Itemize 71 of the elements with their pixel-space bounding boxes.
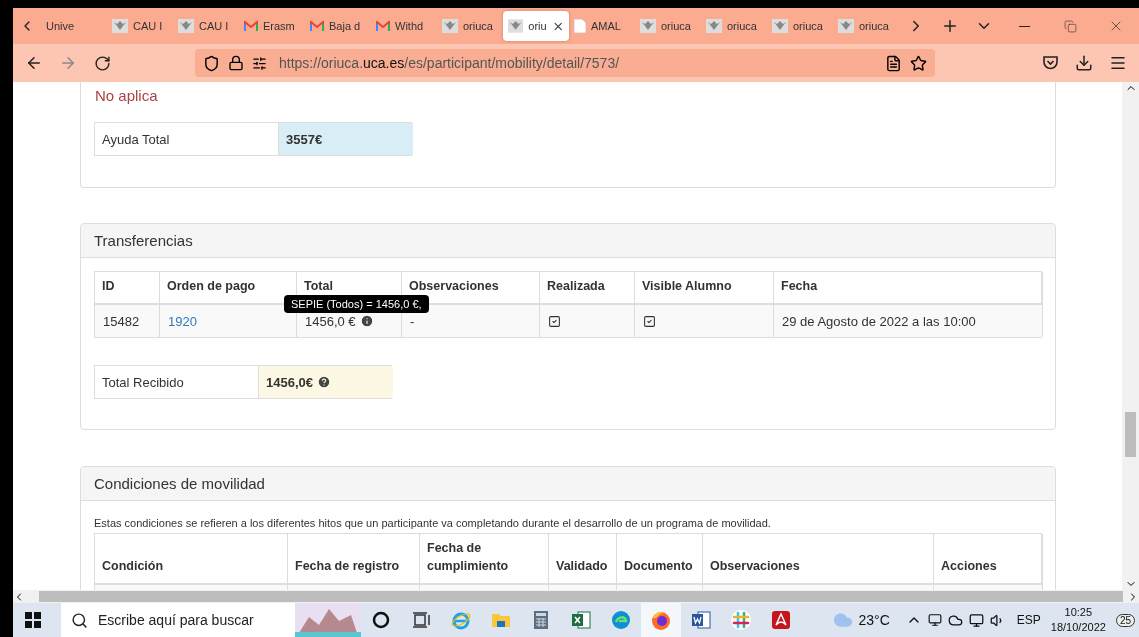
crest-icon — [442, 19, 458, 33]
table-cell: 15482 — [95, 305, 160, 337]
crest-icon — [112, 19, 128, 33]
minimize-icon — [1018, 25, 1030, 27]
lock-icon[interactable] — [228, 55, 244, 71]
crest-icon — [508, 19, 524, 33]
browser-tab[interactable]: Withd — [371, 11, 437, 41]
table-cell: 1456,0€ — [259, 366, 393, 398]
forward-arrow-icon — [59, 54, 77, 72]
browser-tab[interactable]: Baja d — [305, 11, 371, 41]
browser-tab[interactable]: CAU I — [107, 11, 173, 41]
tooltip: SEPIE (Todos) = 1456,0 €, — [284, 295, 429, 313]
info-icon[interactable] — [359, 314, 374, 328]
notification-badge[interactable]: 25 — [1115, 613, 1135, 627]
table-cell: 29 de Agosto de 2022 a las 10:00 — [774, 305, 1043, 337]
document-w-icon — [690, 609, 712, 631]
scrollbar-thumb[interactable] — [39, 591, 1123, 602]
language-indicator[interactable]: ESP — [1016, 613, 1041, 627]
crest-icon — [640, 19, 656, 33]
download-icon — [1075, 54, 1093, 72]
restore-icon — [1063, 19, 1077, 33]
windows-icon — [25, 612, 41, 628]
browser-tab[interactable]: Erasm — [239, 11, 305, 41]
mail-icon — [310, 20, 324, 32]
browser-tab[interactable]: CAU I — [173, 11, 239, 41]
menu-icon — [1109, 54, 1127, 72]
card-title: Transferencias — [81, 224, 1055, 258]
search-field[interactable]: Escribe aquí para buscar — [61, 603, 361, 637]
table-cell: 3557€ — [279, 123, 413, 155]
shield-icon[interactable] — [203, 54, 220, 72]
cloud-icon[interactable] — [947, 612, 963, 628]
card-title: Condiciones de movilidad — [81, 467, 1055, 501]
browser-tab[interactable]: oriuca — [437, 11, 503, 41]
crest-icon — [838, 19, 854, 33]
circle-icon — [370, 609, 392, 631]
spreadsheet-icon — [570, 609, 592, 631]
browser-tab[interactable]: AMAL — [569, 11, 635, 41]
reload-icon — [93, 54, 111, 72]
taskbar-app-button[interactable] — [641, 603, 681, 637]
crest-icon — [178, 19, 194, 33]
help-icon[interactable] — [317, 375, 331, 389]
payment-order-link[interactable]: 1920 — [168, 313, 197, 329]
mail-icon — [376, 20, 390, 32]
wave-icon — [610, 609, 632, 631]
plus-icon — [941, 17, 959, 35]
browser-tab[interactable]: oriuca — [833, 11, 899, 41]
reader-view-icon[interactable] — [885, 54, 902, 72]
browser-tab[interactable]: oriuca — [635, 11, 701, 41]
task-view-icon — [410, 609, 432, 631]
document-icon — [574, 19, 586, 33]
permissions-icon[interactable] — [252, 55, 267, 71]
browser-tab[interactable]: Unive — [41, 11, 107, 41]
browser-tab[interactable]: oriuca — [767, 11, 833, 41]
fox-globe-icon — [650, 609, 672, 631]
browser-tab[interactable]: oriu — [503, 11, 569, 41]
hash-icon — [730, 609, 752, 631]
clock[interactable]: 10:25 18/10/2022 — [1046, 605, 1110, 635]
description-text: Estas condiciones se refieren a los diferentes hitos que un participante va completando durante el desarrollo de un programa de movilidad. — [93, 516, 772, 531]
address-bar[interactable]: https://oriuca.uca.es/es/participant/mobility/detail/7573/ — [195, 49, 935, 77]
scrollbar-thumb[interactable] — [1125, 412, 1136, 457]
temperature-text[interactable]: 23°C — [858, 612, 890, 628]
mail-icon — [244, 20, 258, 32]
bookmark-star-icon[interactable] — [910, 54, 927, 72]
crest-icon — [772, 19, 788, 33]
search-icon — [71, 611, 88, 629]
browser-tab[interactable]: oriuca — [701, 11, 767, 41]
notice-text: No aplica — [94, 86, 159, 106]
pocket-icon — [1041, 55, 1059, 71]
network-icon[interactable] — [968, 612, 984, 628]
crest-icon — [706, 19, 722, 33]
pdf-icon — [770, 609, 792, 631]
